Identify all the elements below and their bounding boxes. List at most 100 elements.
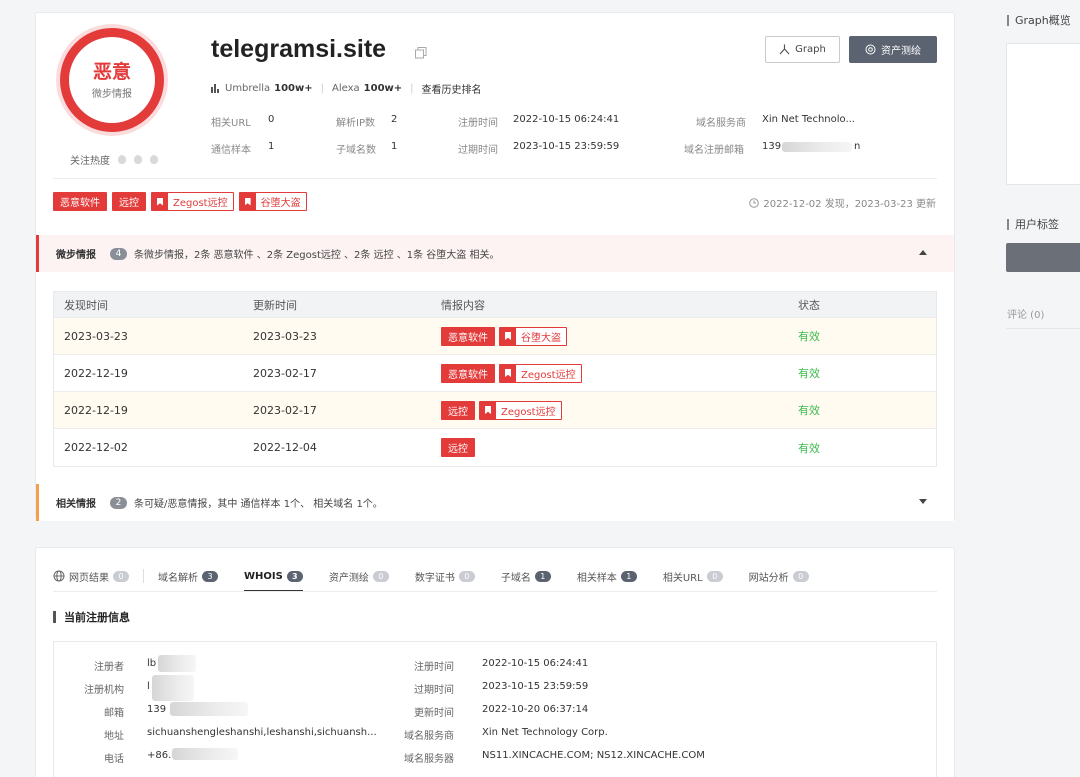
- table-row[interactable]: 2022-12-19 2023-02-17 远控 Zegost远控 有效: [54, 392, 936, 429]
- umbrella-value: 100w+: [274, 83, 313, 94]
- reg-email-label: 域名注册邮箱: [684, 145, 744, 156]
- tag-zegost[interactable]: Zegost远控: [499, 363, 582, 383]
- tab-dns-resolution[interactable]: 域名解析 3: [158, 560, 218, 592]
- intel-content: 远控 Zegost远控: [441, 400, 562, 420]
- bar-chart-icon: [211, 84, 219, 93]
- threat-level-ring: 恶意 微步情报: [60, 28, 164, 132]
- asset-mapping-button[interactable]: 资产测绘: [849, 36, 937, 63]
- tab-site-analysis[interactable]: 网站分析 0: [749, 560, 809, 592]
- graph-button[interactable]: Graph: [765, 36, 840, 63]
- header-status: 状态: [798, 298, 820, 312]
- subdomain-count-label: 子域名数: [336, 145, 376, 156]
- flame-icon: [118, 155, 126, 164]
- dns-provider-label: 域名服务商: [696, 118, 746, 129]
- header-updated: 更新时间: [253, 298, 297, 312]
- expire-time-value: 2023-10-15 23:59:59: [513, 141, 620, 152]
- domain-title: telegramsi.site: [211, 35, 387, 63]
- org-value: l: [147, 681, 150, 692]
- detail-tabs-card: 网页结果 0 域名解析 3 WHOIS 3 资产测绘 0 数字证书 0 子域名 1 相关样本…: [35, 547, 955, 777]
- copy-icon[interactable]: [414, 46, 428, 60]
- table-row[interactable]: 2022-12-19 2023-02-17 恶意软件 Zegost远控 有效: [54, 355, 936, 392]
- threat-level: 恶意: [92, 60, 131, 83]
- email-label: 邮箱: [104, 708, 124, 719]
- tag-malware[interactable]: 恶意软件: [441, 326, 495, 346]
- address-label: 地址: [104, 731, 124, 742]
- whois-ns-value: NS11.XINCACHE.COM; NS12.XINCACHE.COM: [482, 750, 705, 761]
- tag-remote[interactable]: 远控: [441, 438, 475, 457]
- collapse-arrow-icon[interactable]: [919, 250, 927, 255]
- comm-sample-value[interactable]: 1: [268, 141, 274, 152]
- tag-grain-thief[interactable]: 谷堕大盗: [499, 326, 567, 346]
- address-value: sichuanshengleshanshi,leshanshi,sichuans…: [147, 727, 377, 738]
- table-header: 发现时间 更新时间 情报内容 状态: [54, 292, 936, 318]
- tab-asset-mapping[interactable]: 资产测绘 0: [329, 560, 389, 592]
- graph-overview-panel[interactable]: [1006, 43, 1080, 185]
- alexa-value: 100w+: [363, 83, 403, 94]
- whois-ns-label: 域名服务器: [404, 754, 454, 765]
- tag-zegost[interactable]: Zegost远控: [151, 192, 234, 211]
- whois-reg-time-label: 注册时间: [414, 662, 454, 673]
- status-valid: 有效: [798, 367, 820, 380]
- intel-content: 恶意软件 Zegost远控: [441, 363, 582, 383]
- current-registration-title: 当前注册信息: [53, 609, 130, 625]
- rank-line: Umbrella 100w+ | Alexa 100w+ | 查看历史排名: [211, 81, 482, 96]
- resolved-ip-label: 解析IP数: [336, 118, 375, 129]
- status-valid: 有效: [798, 404, 820, 417]
- domain-overview-card: 恶意 微步情报 关注热度 telegramsi.site Umbrella 10…: [35, 12, 955, 521]
- tag-malware[interactable]: 恶意软件: [441, 363, 495, 383]
- table-row[interactable]: 2022-12-02 2022-12-04 远控 有效: [54, 429, 936, 466]
- header-found: 发现时间: [64, 298, 108, 312]
- threat-tags: 恶意软件 远控 Zegost远控 谷堕大盗: [53, 192, 307, 211]
- flame-icon: [134, 155, 142, 164]
- clock-icon: [749, 197, 760, 208]
- asset-button-label: 资产测绘: [881, 46, 921, 57]
- subdomain-count-value[interactable]: 1: [391, 141, 397, 152]
- whois-exp-time-value: 2023-10-15 23:59:59: [482, 681, 589, 692]
- tab-subdomains[interactable]: 子域名 1: [501, 560, 551, 592]
- tab-related-samples[interactable]: 相关样本 1: [577, 560, 637, 592]
- whois-provider-value: Xin Net Technology Corp.: [482, 727, 608, 738]
- divider: [53, 178, 937, 179]
- umbrella-label: Umbrella: [225, 83, 271, 94]
- graph-button-label: Graph: [795, 44, 826, 55]
- bookmark-icon: [152, 193, 168, 210]
- whois-upd-time-label: 更新时间: [414, 708, 454, 719]
- intel-content: 恶意软件 谷堕大盗: [441, 326, 567, 346]
- tab-whois[interactable]: WHOIS 3: [244, 560, 303, 592]
- tab-web-results[interactable]: 网页结果 0: [53, 560, 129, 592]
- comments-count[interactable]: 评论 (0): [1007, 306, 1044, 321]
- tab-certificates[interactable]: 数字证书 0: [415, 560, 475, 592]
- tag-grain-thief[interactable]: 谷堕大盗: [238, 192, 307, 211]
- phone-label: 电话: [104, 754, 124, 765]
- radar-icon: [865, 44, 876, 55]
- globe-icon: [53, 570, 65, 582]
- expand-arrow-icon[interactable]: [919, 499, 927, 504]
- bookmark-icon: [500, 327, 516, 345]
- add-tag-button[interactable]: [1006, 243, 1080, 272]
- tab-related-url[interactable]: 相关URL 0: [663, 560, 723, 592]
- phone-value: +86.: [147, 750, 172, 761]
- related-url-label: 相关URL: [211, 118, 251, 129]
- graph-icon: [779, 44, 790, 55]
- expire-time-label: 过期时间: [458, 145, 498, 156]
- related-intel-bar[interactable]: 相关情报 2 条可疑/恶意情报，其中 通信样本 1个、 相关域名 1个。: [36, 484, 954, 521]
- org-label: 注册机构: [84, 685, 124, 696]
- found-date: 2022-12-19: [64, 403, 128, 417]
- whois-upd-time-value: 2022-10-20 06:37:14: [482, 704, 589, 715]
- whois-provider-label: 域名服务商: [404, 731, 454, 742]
- related-intel-count: 2: [110, 496, 127, 509]
- history-rank-link[interactable]: 查看历史排名: [422, 81, 482, 96]
- table-row[interactable]: 2023-03-23 2023-03-23 恶意软件 谷堕大盗 有效: [54, 318, 936, 355]
- status-valid: 有效: [798, 441, 820, 455]
- reg-email-end: n: [854, 141, 861, 152]
- tag-zegost[interactable]: Zegost远控: [479, 400, 562, 420]
- reg-email-start: 139: [762, 141, 782, 152]
- tag-remote[interactable]: 远控: [441, 400, 475, 420]
- tag-remote[interactable]: 远控: [112, 192, 146, 211]
- user-tags-title: 用户标签: [1007, 216, 1059, 232]
- tag-malware[interactable]: 恶意软件: [53, 192, 107, 211]
- resolved-ip-value[interactable]: 2: [391, 114, 397, 125]
- bookmark-icon: [500, 364, 516, 382]
- related-url-value[interactable]: 0: [268, 114, 274, 125]
- weibu-intel-bar[interactable]: 微步情报 4 条微步情报，2条 恶意软件 、2条 Zegost远控 、2条 远控…: [36, 235, 954, 272]
